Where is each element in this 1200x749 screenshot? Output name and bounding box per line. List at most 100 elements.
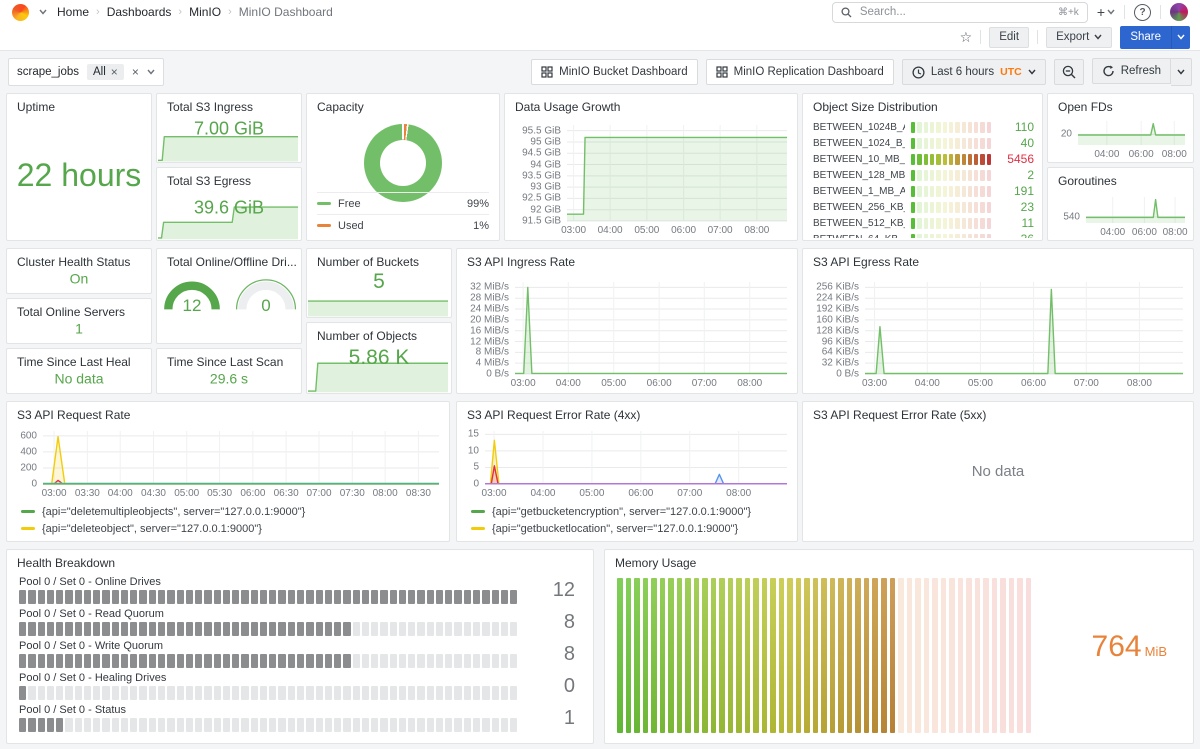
- object-size-bar-gauge[interactable]: [911, 122, 991, 133]
- panel-capacity: Capacity Free99%Used1%: [306, 93, 500, 241]
- number-of-objects-value: 5.86 K: [307, 347, 451, 369]
- goroutines-chart[interactable]: 54004:0006:0008:00: [1056, 194, 1187, 238]
- legend-item[interactable]: {api="getbucketlocation", server="127.0.…: [471, 520, 751, 537]
- avatar[interactable]: [1170, 3, 1188, 21]
- refresh-button[interactable]: Refresh: [1092, 58, 1171, 84]
- object-size-bar-gauge[interactable]: [911, 218, 991, 229]
- number-of-buckets-sparkline[interactable]: [308, 296, 450, 316]
- panel-title[interactable]: Time Since Last Heal: [7, 349, 151, 369]
- legend-item[interactable]: {api="getbucketencryption", server="127.…: [471, 503, 751, 520]
- panel-title[interactable]: Open FDs: [1048, 94, 1193, 114]
- panel-title[interactable]: Data Usage Growth: [505, 94, 797, 114]
- panel-title[interactable]: Health Breakdown: [7, 550, 593, 570]
- panel-s3-api-error-4xx: S3 API Request Error Rate (4xx) 15105003…: [456, 401, 798, 542]
- panel-title[interactable]: Goroutines: [1048, 168, 1193, 188]
- legend-item[interactable]: {api="deletemultipleobjects", server="12…: [21, 503, 305, 520]
- breadcrumb-item[interactable]: MinIO: [189, 5, 221, 19]
- breadcrumb-item[interactable]: Dashboards: [107, 5, 172, 19]
- x-axis-tick: 08:00: [373, 488, 398, 499]
- capacity-legend-row[interactable]: Free99%: [317, 192, 489, 214]
- health-row-label: Pool 0 / Set 0 - Write Quorum: [19, 640, 517, 652]
- open-fds-chart[interactable]: 2004:0006:0008:00: [1056, 118, 1187, 160]
- panel-title[interactable]: S3 API Egress Rate: [803, 249, 1193, 269]
- health-row-bar-gauge[interactable]: [19, 654, 517, 668]
- breadcrumb-item[interactable]: Home: [57, 5, 89, 19]
- add-button[interactable]: +: [1097, 4, 1115, 20]
- chevron-down-icon[interactable]: [147, 69, 155, 75]
- clear-filter-icon[interactable]: ×: [132, 66, 139, 78]
- panel-s3-api-egress-rate: S3 API Egress Rate 256 KiB/s224 KiB/s192…: [802, 248, 1194, 394]
- panel-title[interactable]: S3 API Request Error Rate (4xx): [457, 402, 797, 422]
- capacity-donut-chart[interactable]: [364, 124, 442, 202]
- x-axis-tick: 08:00: [1127, 378, 1152, 389]
- health-row-bar-gauge[interactable]: [19, 622, 517, 636]
- online-drives-gauge[interactable]: 12: [160, 275, 224, 313]
- share-button[interactable]: Share: [1120, 26, 1172, 49]
- object-size-bar-gauge[interactable]: [911, 170, 991, 181]
- edit-button[interactable]: Edit: [989, 27, 1029, 48]
- zoom-out-button[interactable]: [1054, 59, 1084, 85]
- minio-replication-dashboard-button[interactable]: MinIO Replication Dashboard: [706, 59, 894, 85]
- panel-title[interactable]: Number of Buckets: [307, 249, 451, 269]
- health-row-bar-gauge[interactable]: [19, 590, 517, 604]
- time-range-picker[interactable]: Last 6 hours UTC: [902, 59, 1046, 85]
- y-axis-tick: 64 KiB/s: [822, 347, 859, 358]
- x-axis-tick: 06:00: [671, 225, 696, 236]
- health-row-bar-gauge[interactable]: [19, 686, 517, 700]
- y-axis-tick: 192 KiB/s: [816, 304, 859, 315]
- s3-api-egress-rate-chart[interactable]: 256 KiB/s224 KiB/s192 KiB/s160 KiB/s128 …: [813, 279, 1185, 389]
- panel-title[interactable]: Capacity: [307, 94, 499, 114]
- export-button[interactable]: Export: [1046, 27, 1112, 48]
- legend-item[interactable]: {api="deleteobject", server="127.0.0.1:9…: [21, 520, 305, 537]
- panel-title[interactable]: Time Since Last Scan: [157, 349, 301, 369]
- panel-title[interactable]: Cluster Health Status: [7, 249, 151, 269]
- panel-title[interactable]: Uptime: [7, 94, 151, 114]
- panel-title[interactable]: Memory Usage: [605, 550, 1193, 570]
- search-input[interactable]: [858, 5, 1052, 19]
- panel-title[interactable]: Total S3 Egress: [157, 168, 301, 188]
- scrape-jobs-filter[interactable]: scrape_jobs All× ×: [8, 58, 164, 86]
- data-usage-growth-chart[interactable]: 95.5 GiB95 GiB94.5 GiB94 GiB93.5 GiB93 G…: [515, 122, 789, 236]
- s3-api-request-rate-chart[interactable]: 600400200003:0003:3004:0004:3005:0005:30…: [17, 428, 441, 499]
- refresh-interval-dropdown[interactable]: [1171, 58, 1192, 86]
- legend-color-dash: [471, 527, 485, 530]
- object-size-bar-gauge[interactable]: [911, 202, 991, 213]
- panel-s3-api-request-rate: S3 API Request Rate 600400200003:0003:30…: [6, 401, 450, 542]
- remove-value-icon[interactable]: ×: [111, 66, 118, 78]
- x-axis-tick: 08:00: [744, 225, 769, 236]
- breadcrumb-item[interactable]: MinIO Dashboard: [239, 5, 333, 19]
- x-axis-tick: 07:00: [306, 488, 331, 499]
- filter-value-chip[interactable]: All×: [87, 64, 124, 80]
- panel-title[interactable]: Object Size Distribution: [803, 94, 1042, 114]
- x-axis-tick: 04:00: [556, 378, 581, 389]
- search-input-wrap[interactable]: ⌘+k: [832, 2, 1088, 23]
- panel-title[interactable]: Total Online/Offline Dri...: [157, 249, 301, 269]
- panel-title[interactable]: Total Online Servers: [7, 299, 151, 319]
- object-size-bar-gauge[interactable]: [911, 234, 991, 239]
- memory-usage-gauge[interactable]: [617, 578, 1031, 733]
- object-size-bar-gauge[interactable]: [911, 138, 991, 149]
- panel-title[interactable]: Total S3 Ingress: [157, 94, 301, 114]
- grafana-logo-icon[interactable]: [12, 4, 29, 21]
- s3-api-error-4xx-chart[interactable]: 15105003:0004:0005:0006:0007:0008:00: [467, 428, 789, 499]
- star-icon[interactable]: ☆: [960, 30, 973, 44]
- object-size-bar-gauge[interactable]: [911, 186, 991, 197]
- health-row-bar-gauge[interactable]: [19, 718, 517, 732]
- y-axis-tick: 256 KiB/s: [816, 282, 859, 293]
- panel-title[interactable]: Number of Objects: [307, 323, 451, 343]
- help-icon[interactable]: ?: [1134, 4, 1151, 21]
- object-size-bar-gauge[interactable]: [911, 154, 991, 165]
- clock-icon: [912, 66, 925, 79]
- minio-bucket-dashboard-button[interactable]: MinIO Bucket Dashboard: [531, 59, 697, 85]
- panel-title[interactable]: S3 API Ingress Rate: [457, 249, 797, 269]
- y-axis-tick: 600: [20, 430, 37, 441]
- x-axis-tick: 07:00: [708, 225, 733, 236]
- capacity-legend-row[interactable]: Used1%: [317, 214, 489, 236]
- panel-title[interactable]: S3 API Request Rate: [7, 402, 449, 422]
- x-axis-tick: 08:00: [726, 488, 751, 499]
- offline-drives-gauge[interactable]: 0: [234, 275, 298, 313]
- s3-api-ingress-rate-chart[interactable]: 32 MiB/s28 MiB/s24 MiB/s20 MiB/s16 MiB/s…: [467, 279, 789, 389]
- chevron-down-icon[interactable]: [39, 9, 47, 15]
- share-dropdown-button[interactable]: [1172, 26, 1190, 49]
- legend-label: {api="deletemultipleobjects", server="12…: [42, 506, 305, 518]
